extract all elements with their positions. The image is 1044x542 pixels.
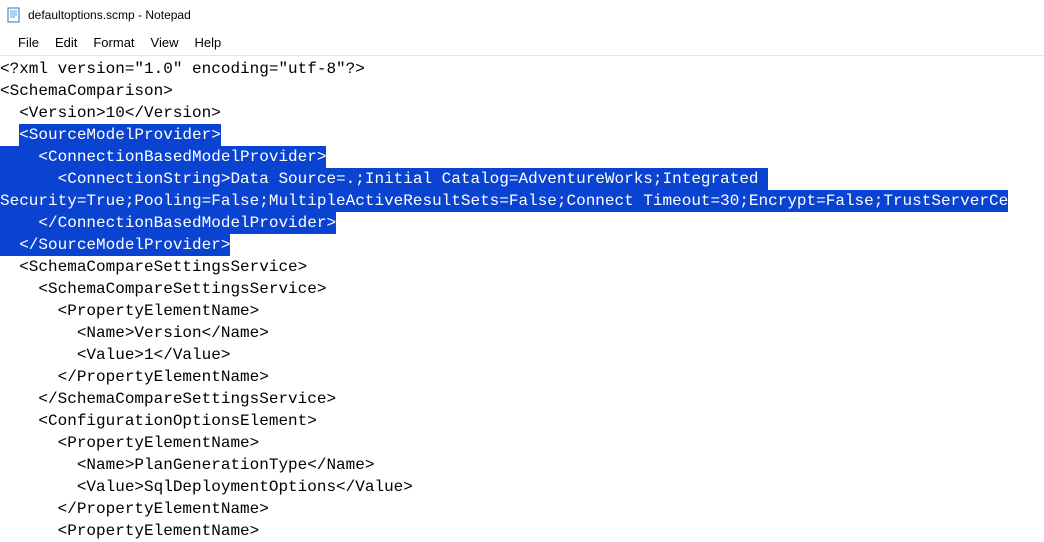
editor-line[interactable]: <PropertyElementName> (0, 432, 1044, 454)
menu-file[interactable]: File (10, 31, 47, 54)
editor-line[interactable]: <Value>SqlDeploymentOptions</Value> (0, 476, 1044, 498)
editor-line[interactable]: </SchemaCompareSettingsService> (0, 388, 1044, 410)
menubar: File Edit Format View Help (0, 30, 1044, 56)
notepad-icon (6, 7, 22, 23)
menu-format[interactable]: Format (85, 31, 142, 54)
editor-line[interactable]: Security=True;Pooling=False;MultipleActi… (0, 190, 1044, 212)
titlebar: defaultoptions.scmp - Notepad (0, 0, 1044, 30)
editor-line[interactable]: <ConnectionString>Data Source=.;Initial … (0, 168, 1044, 190)
editor-line[interactable]: <Name>PlanGenerationType</Name> (0, 454, 1044, 476)
editor-line[interactable]: </PropertyElementName> (0, 366, 1044, 388)
menu-help[interactable]: Help (186, 31, 229, 54)
editor-line[interactable]: <?xml version="1.0" encoding="utf-8"?> (0, 58, 1044, 80)
editor-line[interactable]: <SourceModelProvider> (0, 124, 1044, 146)
editor-line[interactable]: <ConnectionBasedModelProvider> (0, 146, 1044, 168)
editor-line[interactable]: </PropertyElementName> (0, 498, 1044, 520)
window-title: defaultoptions.scmp - Notepad (28, 8, 191, 22)
editor-area[interactable]: <?xml version="1.0" encoding="utf-8"?><S… (0, 56, 1044, 542)
editor-line[interactable]: <PropertyElementName> (0, 300, 1044, 322)
editor-line[interactable]: <Version>10</Version> (0, 102, 1044, 124)
menu-view[interactable]: View (143, 31, 187, 54)
editor-line[interactable]: </SourceModelProvider> (0, 234, 1044, 256)
editor-line[interactable]: <SchemaCompareSettingsService> (0, 256, 1044, 278)
editor-line[interactable]: <Value>1</Value> (0, 344, 1044, 366)
editor-line[interactable]: <Name>Version</Name> (0, 322, 1044, 344)
editor-line[interactable]: </ConnectionBasedModelProvider> (0, 212, 1044, 234)
editor-line[interactable]: <SchemaCompareSettingsService> (0, 278, 1044, 300)
menu-edit[interactable]: Edit (47, 31, 85, 54)
editor-line[interactable]: <PropertyElementName> (0, 520, 1044, 542)
editor-line[interactable]: <ConfigurationOptionsElement> (0, 410, 1044, 432)
editor-line[interactable]: <SchemaComparison> (0, 80, 1044, 102)
